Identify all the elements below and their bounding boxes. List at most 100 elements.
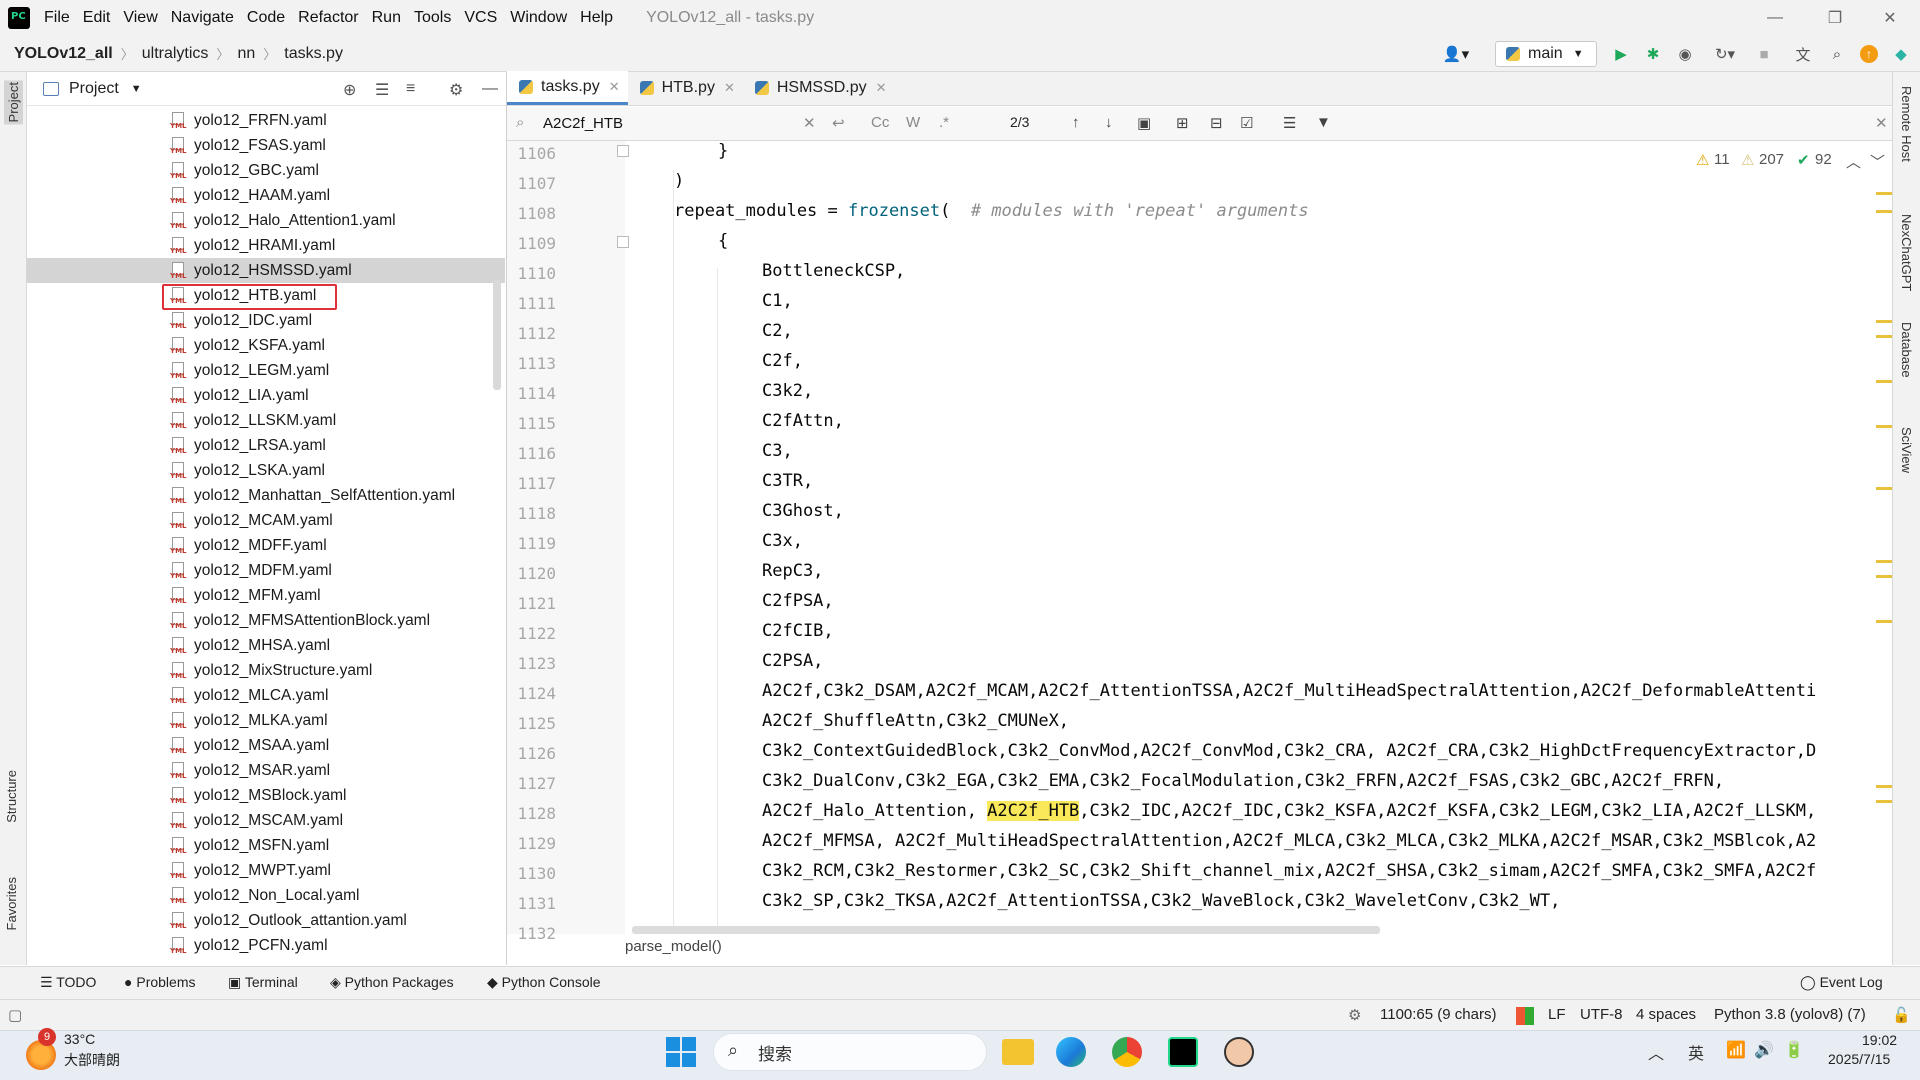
stripe-marker[interactable] [1876,560,1892,563]
tree-item-file[interactable]: YML yolo12_LRSA.yaml [27,433,507,458]
file-explorer-icon[interactable] [1002,1039,1034,1065]
tree-item-file[interactable]: YML yolo12_MLKA.yaml [27,708,507,733]
lock-icon[interactable]: 🔓 [1892,1006,1911,1024]
tree-item-file[interactable]: YML yolo12_MLCA.yaml [27,683,507,708]
restore-icon[interactable]: ❐ [1805,0,1865,36]
translate-icon[interactable]: 文 [1794,45,1812,64]
stripe-marker[interactable] [1876,335,1892,338]
menu-vcs[interactable]: VCS [464,9,497,27]
run-icon[interactable]: ▶ [1612,45,1630,63]
edge-icon[interactable] [1056,1037,1086,1067]
stripe-marker[interactable] [1876,192,1892,195]
tree-item-file[interactable]: YML yolo12_LIA.yaml [27,383,507,408]
project-scrollbar[interactable] [493,280,501,390]
close-icon[interactable]: ✕ [1860,0,1920,36]
search-icon[interactable]: ⌕ [1828,45,1846,63]
tree-item-file[interactable]: YML yolo12_HSMSSD.yaml [27,258,505,283]
tree-item-file[interactable]: YML yolo12_MDFM.yaml [27,558,507,583]
filter-icon[interactable]: ▼ [1316,114,1331,131]
close-tab-icon[interactable]: ✕ [876,80,887,96]
expand-all-icon[interactable]: ☰ [375,80,389,100]
tree-item-file[interactable]: YML yolo12_MWPT.yaml [27,858,507,883]
menu-refactor[interactable]: Refactor [298,9,358,27]
locate-icon[interactable]: ⊕ [343,80,356,100]
tree-item-file[interactable]: YML yolo12_PCFN.yaml [27,933,507,958]
tree-item-file[interactable]: YML yolo12_Outlook_attantion.yaml [27,908,507,933]
weak-warning-count[interactable]: 207 [1759,151,1784,168]
tree-item-file[interactable]: YML yolo12_LEGM.yaml [27,358,507,383]
filter-options-icon[interactable]: ☰ [1283,114,1296,132]
tab-sciview[interactable]: SciView [1899,427,1914,473]
chevron-up-icon[interactable]: ︿ [1846,151,1861,172]
code-breadcrumb[interactable]: parse_model() [625,938,722,955]
profile-icon[interactable]: ↻▾ [1708,45,1742,63]
collapse-all-icon[interactable]: ≡ [406,80,415,98]
terminal-button[interactable]: ▣ Terminal [228,974,298,991]
stripe-marker[interactable] [1876,487,1892,490]
volume-icon[interactable]: 🔊 [1754,1040,1774,1060]
wifi-icon[interactable]: 📶 [1726,1040,1746,1060]
tab-remote-host[interactable]: Remote Host [1899,86,1914,162]
tree-item-file[interactable]: YML yolo12_FRFN.yaml [27,108,507,133]
tab-hsmssd-py[interactable]: HSMSSD.py ✕ [743,71,895,105]
menu-help[interactable]: Help [580,9,613,27]
line-separator[interactable]: LF [1548,1006,1566,1023]
add-selection-icon[interactable]: ⊞ [1176,114,1189,132]
tab-tasks-py[interactable]: tasks.py ✕ [507,71,628,105]
stripe-marker[interactable] [1876,320,1892,323]
clear-search-icon[interactable]: ✕ [803,114,816,132]
tree-item-file[interactable]: YML yolo12_IDC.yaml [27,308,507,333]
windows-start-icon[interactable] [666,1037,696,1067]
find-input[interactable]: A2C2f_HTB [543,115,623,132]
tree-item-file[interactable]: YML yolo12_MSAA.yaml [27,733,507,758]
fold-icon[interactable] [617,236,629,248]
clock-time[interactable]: 19:02 [1862,1032,1897,1048]
stripe-marker[interactable] [1876,380,1892,383]
coverage-icon[interactable]: ◉ [1676,45,1694,63]
regex-toggle[interactable]: .* [939,114,949,131]
warning-count[interactable]: 11 [1714,151,1730,168]
user-icon[interactable]: 👤▾ [1440,45,1472,63]
plugin-icon[interactable]: ◆ [1892,45,1910,63]
tree-item-file[interactable]: YML yolo12_HRAMI.yaml [27,233,507,258]
run-config-select[interactable]: main ▼ [1495,41,1597,67]
match-case-toggle[interactable]: Cc [871,114,889,131]
menu-navigate[interactable]: Navigate [171,9,234,27]
weather-description[interactable]: 大部晴朗 [64,1050,120,1070]
todo-button[interactable]: ☰ TODO [40,974,96,991]
remove-selection-icon[interactable]: ⊟ [1210,114,1223,132]
python-console-button[interactable]: ◆ Python Console [487,974,601,991]
tree-item-file[interactable]: YML yolo12_GBC.yaml [27,158,507,183]
stop-icon[interactable]: ■ [1755,45,1773,63]
menu-view[interactable]: View [123,9,157,27]
breadcrumb-ultralytics[interactable]: ultralytics [142,45,209,63]
chevron-down-icon[interactable]: ▼ [131,83,142,95]
tree-item-file[interactable]: YML yolo12_HAAM.yaml [27,183,507,208]
tree-item-file[interactable]: YML yolo12_MSCAM.yaml [27,808,507,833]
tree-item-file[interactable]: YML yolo12_MixStructure.yaml [27,658,507,683]
python-interpreter[interactable]: Python 3.8 (yolov8) (7) [1714,1006,1866,1023]
python-packages-button[interactable]: ◈ Python Packages [330,974,454,991]
menu-file[interactable]: File [44,9,70,27]
breadcrumb-file[interactable]: tasks.py [284,45,343,63]
close-tab-icon[interactable]: ✕ [609,79,620,95]
tab-structure-side[interactable]: Structure [4,770,19,823]
tree-item-file[interactable]: YML yolo12_Manhattan_SelfAttention.yaml [27,483,507,508]
event-log-button[interactable]: ◯ Event Log [1800,974,1883,991]
stripe-marker[interactable] [1876,800,1892,803]
tab-nexchatgpt[interactable]: NexChatGPT [1899,214,1914,291]
tree-item-file[interactable]: YML yolo12_MSFN.yaml [27,833,507,858]
breadcrumb-nn[interactable]: nn [237,45,255,63]
close-find-icon[interactable]: ✕ [1875,114,1888,132]
tree-item-file[interactable]: YML yolo12_MHSA.yaml [27,633,507,658]
close-tab-icon[interactable]: ✕ [724,80,735,96]
menu-edit[interactable]: Edit [83,9,111,27]
breadcrumb-project[interactable]: YOLOv12_all [14,45,113,63]
search-icon[interactable]: ⌕ [516,114,524,131]
tree-item-file[interactable]: YML yolo12_MCAM.yaml [27,508,507,533]
stripe-marker[interactable] [1876,785,1892,788]
taskbar-search[interactable] [713,1033,987,1071]
minimize-icon[interactable]: — [1745,0,1805,36]
gear-icon[interactable]: ⚙ [449,80,463,100]
sync-icon[interactable]: ⚙ [1348,1006,1361,1024]
